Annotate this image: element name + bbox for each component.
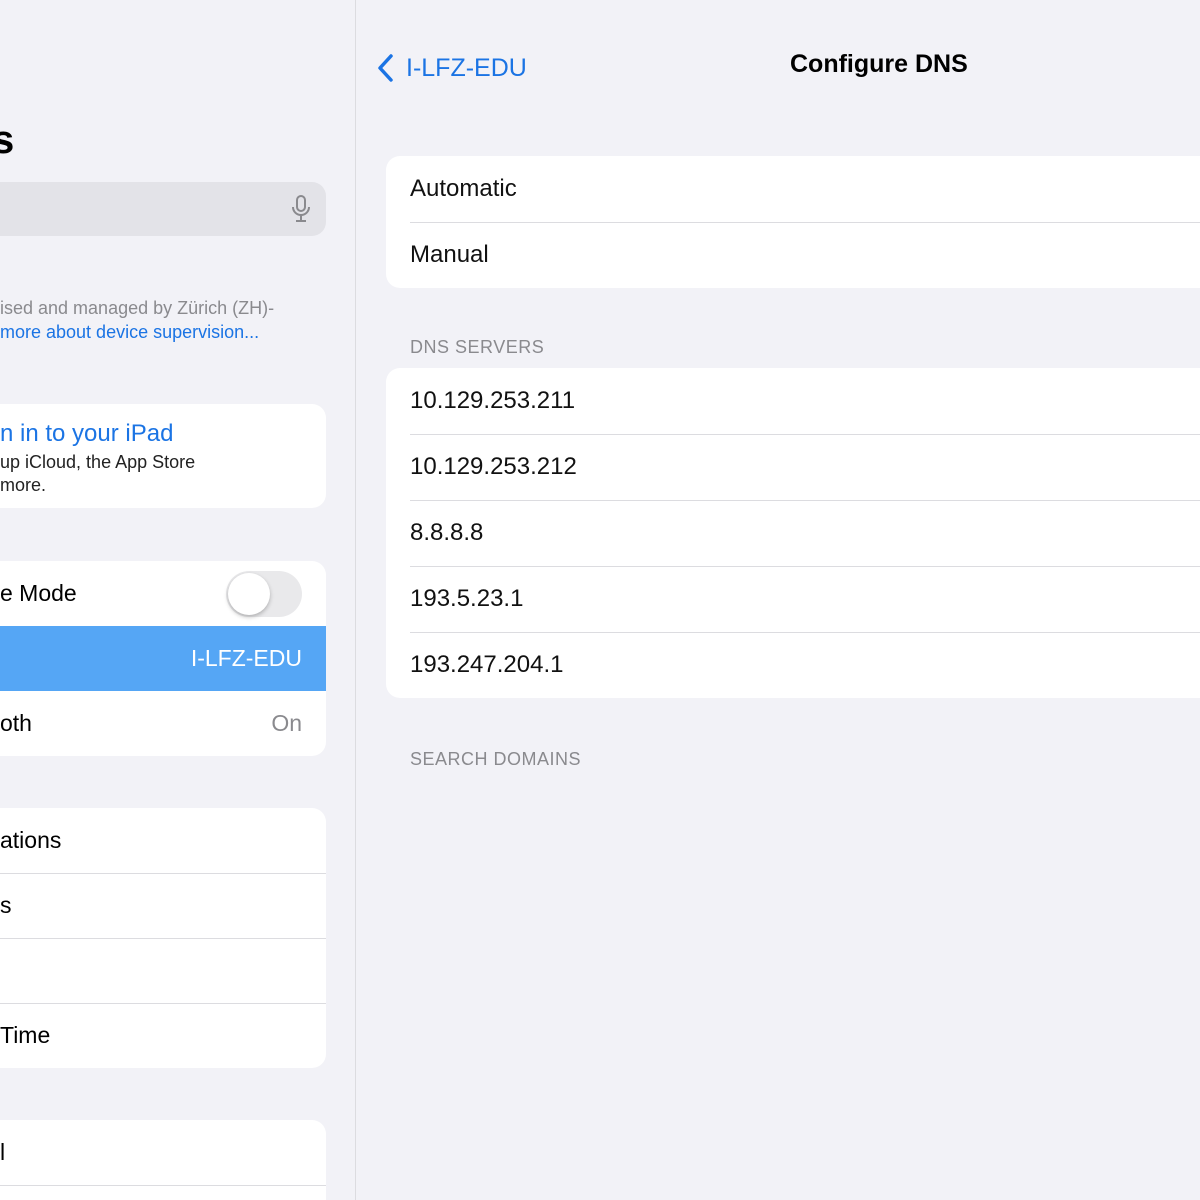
bottom-group: l [0,1120,326,1200]
dns-server-row[interactable]: 8.8.8.8 [386,500,1200,566]
dns-server-address: 10.129.253.211 [410,387,576,414]
sidebar-item-airplane-mode[interactable]: e Mode [0,561,326,626]
dns-server-address: 10.129.253.212 [410,453,577,480]
dns-server-address: 193.5.23.1 [410,585,524,612]
sidebar-item-screen-time[interactable]: Time [0,1003,326,1068]
airplane-mode-toggle[interactable] [226,570,302,617]
configure-dns-pane: I-LFZ-EDU Configure DNS Automatic Manual… [356,0,1200,1200]
dns-server-address: 8.8.8.8 [410,519,484,546]
connectivity-group: e Mode I-LFZ-EDU oth On [0,561,326,756]
dns-server-row[interactable]: 10.129.253.212 [386,434,1200,500]
sidebar-item-label: oth [0,710,32,736]
sidebar-item-notifications[interactable]: ations [0,808,326,873]
dns-mode-automatic[interactable]: Automatic [386,156,1200,222]
bluetooth-status-value: On [271,710,302,736]
sidebar-item-general[interactable]: l [0,1120,326,1185]
signin-subtitle-line1: up iCloud, the App Store [0,452,196,472]
sidebar-item-label: Time [0,1022,51,1048]
dns-mode-label: Manual [410,241,489,268]
sidebar-item-label: s [0,892,12,918]
page-title: Configure DNS [790,50,968,78]
signin-subtitle-line2: more. [0,475,47,495]
search-domains-header: SEARCH DOMAINS [410,749,582,769]
dns-server-row[interactable]: 193.5.23.1 [386,566,1200,632]
search-input[interactable] [0,182,326,236]
toggle-knob [228,572,270,615]
general-group: ations s Time [0,808,326,1068]
signin-title: n in to your iPad [0,420,174,447]
wifi-network-value: I-LFZ-EDU [190,645,302,671]
sidebar-item-sounds[interactable]: s [0,873,326,938]
sidebar-item-label: l [0,1139,6,1165]
dns-servers-header: DNS SERVERS [410,337,545,357]
back-button-label: I-LFZ-EDU [406,53,527,82]
dns-server-row[interactable]: 193.247.204.1 [386,632,1200,698]
dns-server-address: 193.247.204.1 [410,651,564,678]
sidebar-item-next[interactable] [0,1185,326,1200]
sidebar-item-label: ations [0,827,62,853]
back-button[interactable]: I-LFZ-EDU [376,48,527,88]
settings-sidebar: s ised and managed by Zürich (ZH)- more … [0,0,355,1200]
signin-card[interactable]: n in to your iPad up iCloud, the App Sto… [0,404,326,508]
chevron-left-icon [378,54,393,82]
sidebar-title: s [0,118,15,162]
supervision-text: ised and managed by Zürich (ZH)- [0,298,275,318]
dns-server-row[interactable]: 10.129.253.211 [386,368,1200,434]
signin-subtitle: up iCloud, the App Store more. [0,451,195,497]
supervision-notice: ised and managed by Zürich (ZH)- more ab… [0,296,274,344]
microphone-icon[interactable] [290,195,312,223]
sidebar-item-bluetooth[interactable]: oth On [0,691,326,756]
dns-servers-list: 10.129.253.211 10.129.253.212 8.8.8.8 19… [386,368,1200,698]
dns-mode-manual[interactable]: Manual [386,222,1200,288]
sidebar-item-wifi[interactable]: I-LFZ-EDU [0,626,326,691]
supervision-link[interactable]: more about device supervision... [0,320,274,344]
dns-mode-group: Automatic Manual [386,156,1200,288]
sidebar-item-label: e Mode [0,580,77,606]
dns-mode-label: Automatic [410,175,517,202]
sidebar-item-focus[interactable] [0,938,326,1003]
